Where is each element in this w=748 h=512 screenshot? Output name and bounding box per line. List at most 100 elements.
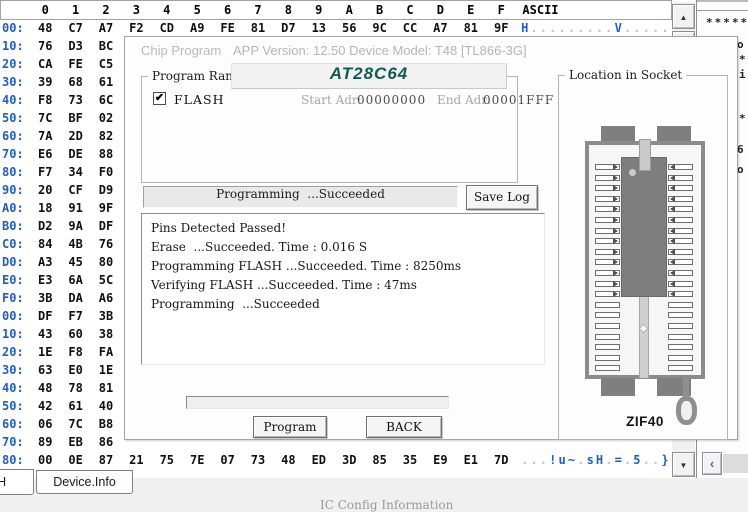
back-button[interactable]: BACK	[366, 416, 442, 438]
hex-byte-cell[interactable]: 88	[91, 147, 121, 161]
flash-checkbox[interactable]: ✔	[153, 92, 166, 105]
hex-byte-cell[interactable]: 9C	[364, 21, 394, 35]
hex-byte-cell[interactable]: 7C	[60, 417, 90, 431]
hex-byte-cell[interactable]: 73	[243, 453, 273, 467]
hex-byte-cell[interactable]: DF	[30, 309, 60, 323]
scroll-left-button[interactable]: ‹	[702, 452, 722, 475]
hex-byte-cell[interactable]: 42	[30, 399, 60, 413]
hex-byte-cell[interactable]: E9	[425, 453, 455, 467]
hex-byte-cell[interactable]: 3B	[91, 309, 121, 323]
hex-byte-cell[interactable]: 89	[30, 435, 60, 449]
horizontal-scrollbar-track[interactable]	[723, 454, 748, 473]
hex-byte-cell[interactable]: D2	[30, 219, 60, 233]
hex-byte-cell[interactable]: 9F	[91, 201, 121, 215]
hex-byte-cell[interactable]: 61	[91, 75, 121, 89]
hex-byte-cell[interactable]: FE	[212, 21, 242, 35]
hex-byte-cell[interactable]: 2D	[60, 129, 90, 143]
hex-byte-cell[interactable]: 7D	[486, 453, 516, 467]
hex-byte-cell[interactable]: 73	[60, 93, 90, 107]
hex-byte-cell[interactable]: 5C	[91, 273, 121, 287]
hex-byte-cell[interactable]: 00	[30, 453, 60, 467]
hex-byte-cell[interactable]: 68	[60, 75, 90, 89]
hex-byte-cell[interactable]: 07	[212, 453, 242, 467]
hex-byte-cell[interactable]: E6	[30, 147, 60, 161]
hex-byte-cell[interactable]: F7	[60, 309, 90, 323]
hex-byte-cell[interactable]: FE	[60, 57, 90, 71]
hex-byte-cell[interactable]: E0	[60, 363, 90, 377]
hex-byte-cell[interactable]: 48	[273, 453, 303, 467]
hex-byte-cell[interactable]: 76	[91, 237, 121, 251]
hex-byte-cell[interactable]: F8	[30, 93, 60, 107]
hex-byte-cell[interactable]: 87	[91, 453, 121, 467]
hex-byte-cell[interactable]: C7	[60, 21, 90, 35]
hex-byte-cell[interactable]: CA	[30, 57, 60, 71]
hex-byte-cell[interactable]: 63	[30, 363, 60, 377]
hex-byte-cell[interactable]: 81	[243, 21, 273, 35]
program-button[interactable]: Program	[253, 416, 327, 438]
save-log-button[interactable]: Save Log	[466, 185, 538, 210]
hex-byte-cell[interactable]: 9A	[60, 219, 90, 233]
hex-byte-cell[interactable]: DF	[91, 219, 121, 233]
hex-byte-cell[interactable]: A7	[91, 21, 121, 35]
hex-byte-cell[interactable]: A6	[91, 291, 121, 305]
hex-byte-cell[interactable]: 7E	[182, 453, 212, 467]
hex-byte-cell[interactable]: D3	[60, 39, 90, 53]
hex-byte-cell[interactable]: CD	[152, 21, 182, 35]
hex-byte-cell[interactable]: 21	[121, 453, 151, 467]
hex-byte-cell[interactable]: 3B	[30, 291, 60, 305]
hex-byte-cell[interactable]: E3	[30, 273, 60, 287]
hex-byte-cell[interactable]: 85	[364, 453, 394, 467]
hex-byte-cell[interactable]: 3D	[334, 453, 364, 467]
hex-byte-cell[interactable]: 75	[152, 453, 182, 467]
hex-byte-cell[interactable]: FA	[91, 345, 121, 359]
hex-byte-cell[interactable]: 9F	[486, 21, 516, 35]
hex-byte-cell[interactable]: 81	[91, 381, 121, 395]
hex-byte-cell[interactable]: CF	[60, 183, 90, 197]
tab-device-info[interactable]: Device.Info	[36, 470, 133, 494]
hex-byte-cell[interactable]: 7A	[30, 129, 60, 143]
log-box[interactable]: Pins Detected Passed!Erase ...Succeeded.…	[141, 213, 545, 365]
hex-byte-cell[interactable]: D7	[273, 21, 303, 35]
hex-byte-cell[interactable]: EB	[60, 435, 90, 449]
tab-flash[interactable]: FLASH	[0, 469, 34, 495]
hex-byte-cell[interactable]: F8	[60, 345, 90, 359]
hex-byte-cell[interactable]: B8	[91, 417, 121, 431]
hex-byte-cell[interactable]: 82	[91, 129, 121, 143]
hex-byte-cell[interactable]: 6A	[60, 273, 90, 287]
hex-byte-cell[interactable]: 7C	[30, 111, 60, 125]
hex-byte-cell[interactable]: 1E	[91, 363, 121, 377]
hex-byte-cell[interactable]: 56	[334, 21, 364, 35]
hex-byte-cell[interactable]: 39	[30, 75, 60, 89]
hex-byte-cell[interactable]: DE	[60, 147, 90, 161]
hex-byte-cell[interactable]: 06	[30, 417, 60, 431]
hex-byte-cell[interactable]: 86	[91, 435, 121, 449]
hex-byte-cell[interactable]: 40	[91, 399, 121, 413]
hex-byte-cell[interactable]: 84	[30, 237, 60, 251]
scroll-down-button[interactable]: ▼	[672, 452, 695, 477]
hex-byte-cell[interactable]: 6C	[91, 93, 121, 107]
hex-byte-cell[interactable]: E1	[456, 453, 486, 467]
hex-byte-cell[interactable]: F0	[91, 165, 121, 179]
hex-byte-cell[interactable]: C5	[91, 57, 121, 71]
hex-byte-cell[interactable]: 38	[91, 327, 121, 341]
hex-byte-cell[interactable]: 48	[30, 381, 60, 395]
hex-byte-cell[interactable]: A3	[30, 255, 60, 269]
hex-byte-cell[interactable]: 81	[456, 21, 486, 35]
hex-byte-cell[interactable]: 43	[30, 327, 60, 341]
hex-byte-cell[interactable]: 60	[60, 327, 90, 341]
hex-byte-cell[interactable]: 48	[30, 21, 60, 35]
hex-byte-cell[interactable]: 4B	[60, 237, 90, 251]
hex-byte-cell[interactable]: ED	[304, 453, 334, 467]
scroll-up-button[interactable]: ▲	[672, 4, 695, 29]
hex-byte-cell[interactable]: 78	[60, 381, 90, 395]
hex-byte-cell[interactable]: 34	[60, 165, 90, 179]
hex-byte-cell[interactable]: CC	[395, 21, 425, 35]
hex-byte-cell[interactable]: F2	[121, 21, 151, 35]
hex-byte-cell[interactable]: A9	[182, 21, 212, 35]
hex-byte-cell[interactable]: D9	[91, 183, 121, 197]
hex-byte-cell[interactable]: F7	[30, 165, 60, 179]
hex-byte-cell[interactable]: BC	[91, 39, 121, 53]
hex-byte-cell[interactable]: 02	[91, 111, 121, 125]
hex-byte-cell[interactable]: 76	[30, 39, 60, 53]
hex-byte-cell[interactable]: 1E	[30, 345, 60, 359]
